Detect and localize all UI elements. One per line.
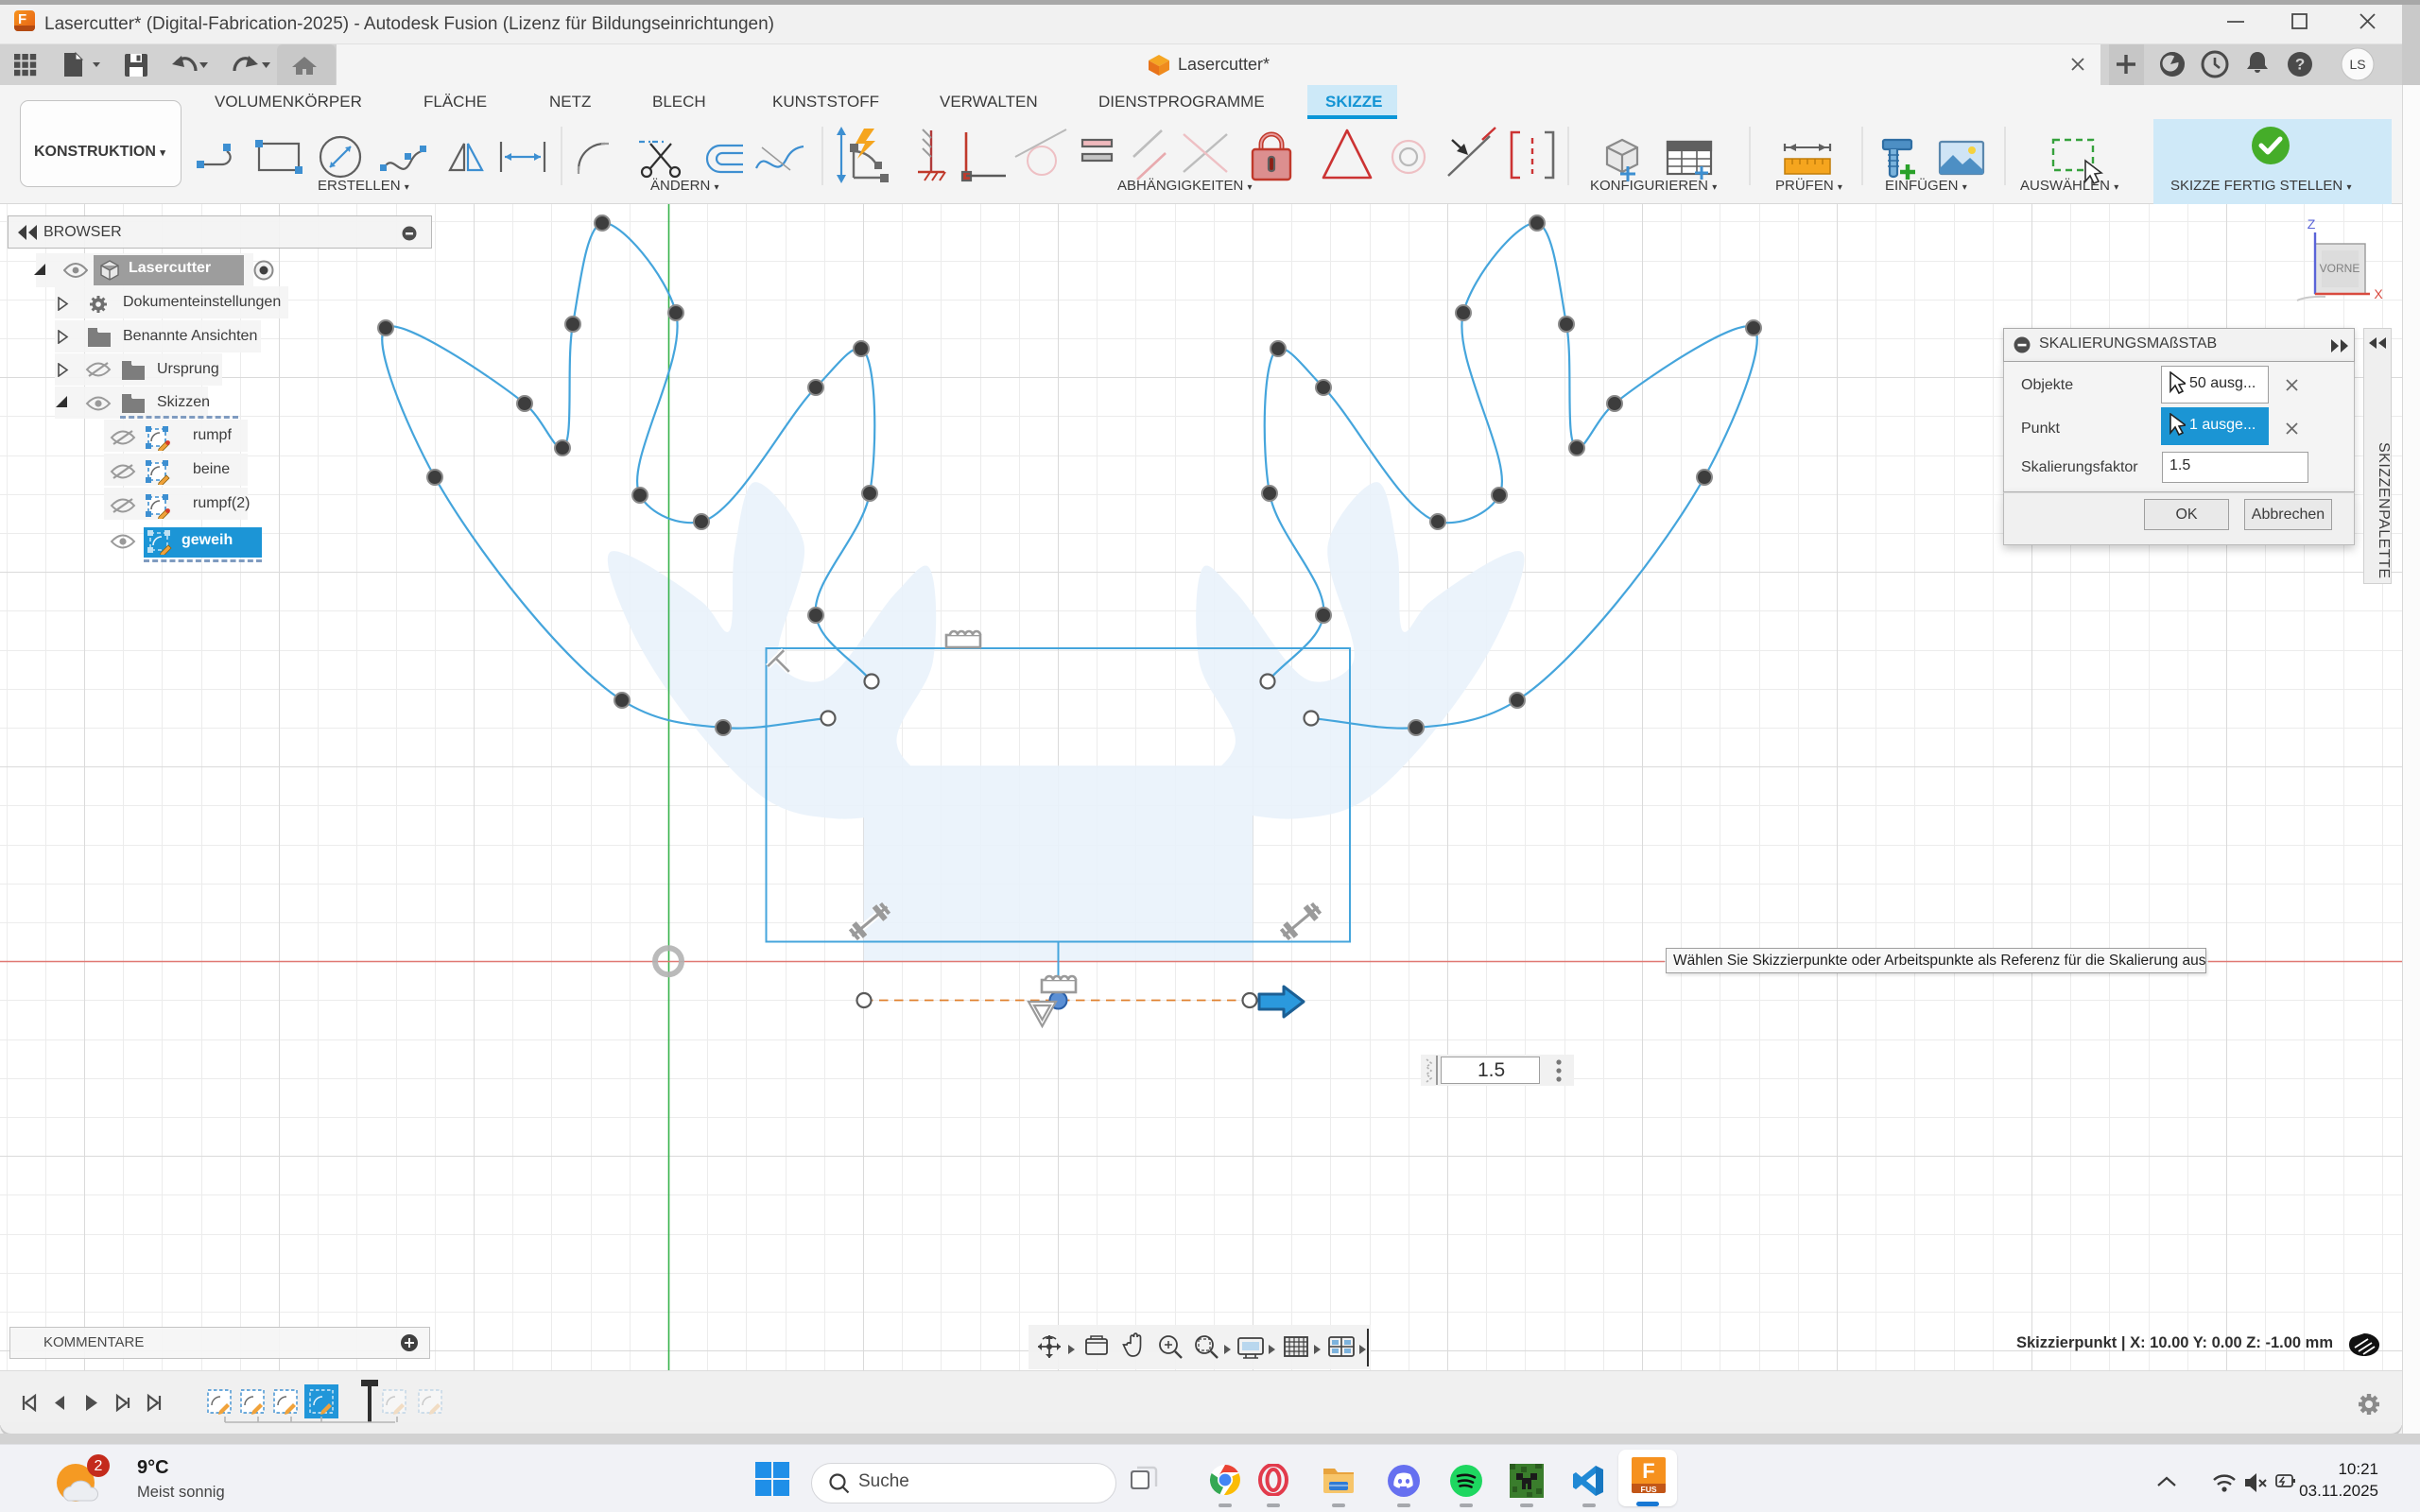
svg-text:Z: Z	[2308, 216, 2316, 232]
svg-text:F: F	[1642, 1459, 1654, 1483]
svg-text:2: 2	[95, 1458, 103, 1474]
svg-text:X: X	[2374, 286, 2383, 301]
svg-text:LS: LS	[2349, 57, 2365, 72]
svg-text:?: ?	[2295, 56, 2305, 74]
svg-text:FUS: FUS	[1641, 1485, 1657, 1494]
svg-text:VORNE: VORNE	[2320, 262, 2360, 275]
